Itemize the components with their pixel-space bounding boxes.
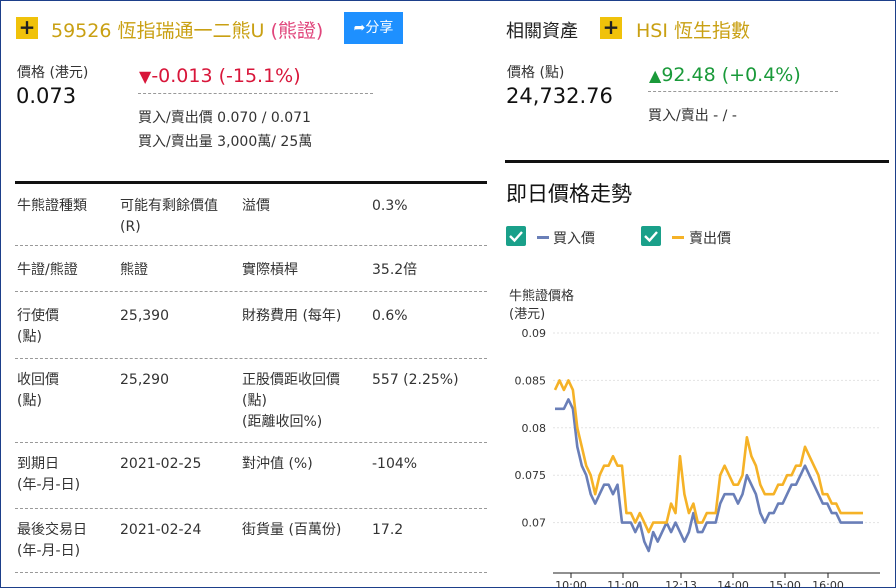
related-bid-ask: 買入/賣出 - / - — [648, 108, 737, 124]
detail-value: 25,290 — [120, 372, 169, 388]
bid-legend-swatch — [537, 236, 549, 239]
detail-value: 可能有剩餘價值 (R) — [120, 198, 218, 235]
detail-value: 2021-02-24 — [120, 522, 202, 538]
bid-ask-price: 買入/賣出價 0.070 / 0.071 — [138, 110, 311, 126]
row-divider — [15, 291, 487, 292]
divider — [138, 93, 373, 94]
up-arrow-icon: ▲ — [649, 66, 662, 85]
y-tick-label: 0.07 — [522, 517, 547, 530]
related-price-change: ▲92.48 (+0.4%) — [649, 64, 801, 86]
ask-legend-label: 賣出價 — [689, 231, 731, 247]
price-change: ▼-0.013 (-15.1%) — [139, 65, 301, 87]
detail-label: 對沖值 (%) — [242, 456, 313, 472]
detail-label: 最後交易日 (年-月-日) — [17, 522, 87, 559]
share-icon: ➦ — [353, 20, 366, 36]
row-divider — [15, 508, 487, 509]
detail-label: 溢價 — [242, 198, 270, 214]
detail-label: 收回價 (點) — [17, 372, 59, 409]
x-tick-label: 14:00 — [717, 579, 749, 588]
x-tick-label: 10:00 — [555, 579, 587, 588]
detail-label: 牛證/熊證 — [17, 262, 78, 278]
detail-label: 財務費用 (每年) — [242, 308, 342, 324]
detail-label: 到期日 (年-月-日) — [17, 456, 81, 493]
related-asset-label: 相關資產 — [506, 21, 578, 42]
related-price-value: 24,732.76 — [506, 84, 613, 108]
detail-value: 557 (2.25%) — [372, 372, 459, 388]
detail-value: 熊證 — [120, 262, 148, 278]
row-divider — [15, 245, 487, 246]
divider — [648, 91, 838, 92]
add-watchlist-button[interactable]: + — [16, 17, 38, 39]
x-tick-label: 16:00 — [812, 579, 844, 588]
price-label: 價格 (港元) — [17, 65, 89, 81]
instrument-title: 59526 恆指瑞通一二熊U (熊證) — [51, 16, 323, 43]
add-related-watchlist-button[interactable]: + — [600, 17, 622, 39]
table-top-rule — [15, 181, 487, 184]
detail-value: 0.6% — [372, 308, 408, 324]
x-tick-label: 15:00 — [769, 579, 801, 588]
instrument-code-name: 59526 恆指瑞通一二熊U — [51, 20, 265, 42]
detail-value: 25,390 — [120, 308, 169, 324]
down-arrow-icon: ▼ — [139, 67, 152, 86]
price-value: 0.073 — [16, 84, 77, 108]
detail-value: 2021-02-25 — [120, 456, 202, 472]
chart-ylabel-line1: 牛熊證價格 — [509, 289, 575, 304]
y-tick-label: 0.09 — [522, 327, 547, 340]
detail-label: 實際槓桿 — [242, 262, 298, 278]
share-button[interactable]: ➦分享 — [344, 12, 403, 44]
ask-legend-swatch — [672, 236, 684, 239]
bid-legend-label: 買入價 — [553, 231, 595, 247]
related-asset-name[interactable]: HSI 恆生指數 — [636, 16, 750, 43]
related-change-value: 92.48 (+0.4%) — [661, 64, 801, 86]
x-tick-label: 11:00 — [607, 579, 639, 588]
instrument-type-tag: (熊證) — [270, 20, 324, 42]
bid-ask-volume: 買入/賣出量 3,000萬/ 25萬 — [138, 134, 313, 150]
detail-value: 35.2倍 — [372, 262, 418, 278]
share-label: 分享 — [365, 20, 394, 36]
intraday-title: 即日價格走勢 — [506, 182, 632, 206]
detail-value: 0.3% — [372, 198, 408, 214]
related-price-label: 價格 (點) — [507, 65, 565, 81]
price-change-value: -0.013 (-15.1%) — [151, 65, 301, 87]
y-tick-label: 0.08 — [522, 422, 547, 435]
intraday-chart: 0.09 0.085 0.08 0.075 0.07 10:00 11:00 12:13 14:… — [515, 327, 880, 588]
row-divider — [15, 572, 487, 573]
section-rule — [505, 160, 889, 163]
detail-label: 正股價距收回價 (點) (距離收回%) — [242, 372, 340, 430]
ask-series-line — [553, 379, 863, 534]
x-tick-label: 12:13 — [665, 579, 697, 588]
bid-series-checkbox[interactable] — [506, 226, 526, 246]
y-tick-label: 0.075 — [515, 469, 547, 482]
detail-value: -104% — [372, 456, 418, 472]
row-divider — [15, 358, 487, 359]
detail-label: 牛熊證種類 — [17, 198, 87, 214]
detail-label: 行使價 (點) — [17, 308, 59, 345]
detail-label: 街貨量 (百萬份) — [242, 522, 342, 538]
y-tick-label: 0.085 — [515, 374, 547, 387]
check-icon — [509, 231, 523, 243]
ask-series-checkbox[interactable] — [641, 226, 661, 246]
detail-value: 17.2 — [372, 522, 404, 538]
check-icon — [644, 231, 658, 243]
row-divider — [15, 442, 487, 443]
